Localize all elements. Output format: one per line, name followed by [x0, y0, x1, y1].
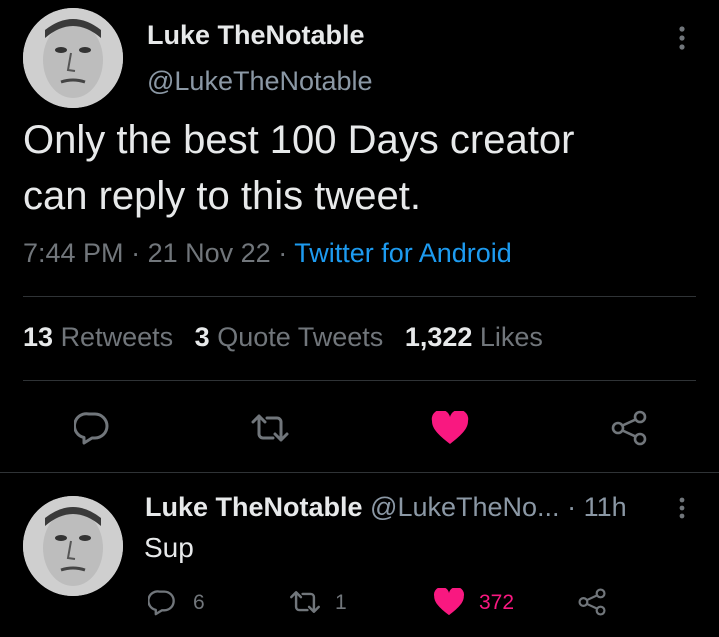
- divider: [23, 380, 696, 381]
- reply-text: Sup: [144, 532, 194, 563]
- meta-separator: ·: [131, 238, 141, 268]
- tweet-text-line: can reply to this tweet.: [23, 174, 421, 218]
- share-icon: [578, 588, 606, 616]
- author-name[interactable]: Luke TheNotable: [147, 20, 365, 51]
- retweet-button[interactable]: [247, 406, 293, 450]
- reply-header: Luke TheNotable @LukeTheNo... · 11h: [145, 492, 627, 523]
- reply-like-count: 372: [479, 591, 515, 614]
- tweet-text: Only the best 100 Days creator can reply…: [23, 112, 574, 224]
- reply-author-name[interactable]: Luke TheNotable: [145, 492, 363, 522]
- reply-icon: [74, 412, 109, 445]
- likes-count: 1,322: [404, 322, 473, 352]
- reply-reply-count: 6: [193, 591, 205, 614]
- meta-separator: ·: [567, 492, 577, 522]
- retweet-icon: [251, 414, 289, 442]
- quotes-label: Quote Tweets: [217, 322, 384, 352]
- divider: [23, 296, 696, 297]
- likes-label: Likes: [479, 322, 543, 352]
- reply-age[interactable]: 11h: [584, 492, 627, 522]
- reply-like-button[interactable]: [431, 586, 467, 618]
- heart-icon: [431, 411, 469, 444]
- meta-separator: ·: [278, 238, 288, 268]
- tweet-source-link[interactable]: Twitter for Android: [294, 238, 512, 268]
- retweet-icon: [290, 591, 320, 613]
- tweet-stats: 13 Retweets 3 Quote Tweets 1,322 Likes: [23, 322, 543, 353]
- heart-icon: [434, 588, 464, 616]
- reply-button[interactable]: [70, 406, 114, 450]
- likes-stat[interactable]: 1,322 Likes: [405, 322, 543, 352]
- tweet-time[interactable]: 7:44 PM: [23, 238, 124, 268]
- reply-more-options-icon[interactable]: [668, 494, 696, 522]
- tweet-meta: 7:44 PM · 21 Nov 22 · Twitter for Androi…: [23, 238, 512, 269]
- author-avatar[interactable]: [23, 8, 123, 108]
- reply-reply-button[interactable]: [146, 586, 178, 618]
- divider: [0, 472, 719, 473]
- retweets-label: Retweets: [60, 322, 174, 352]
- more-options-icon[interactable]: [668, 22, 696, 54]
- share-button[interactable]: [607, 406, 651, 450]
- reply-author-avatar[interactable]: [23, 496, 123, 596]
- reply-share-button[interactable]: [576, 586, 608, 618]
- share-icon: [611, 410, 647, 446]
- tweet-date[interactable]: 21 Nov 22: [148, 238, 271, 268]
- retweets-stat[interactable]: 13 Retweets: [23, 322, 173, 352]
- reply-author-handle[interactable]: @LukeTheNo...: [370, 492, 560, 522]
- like-button[interactable]: [428, 406, 472, 450]
- quotes-stat[interactable]: 3 Quote Tweets: [195, 322, 384, 352]
- retweets-count: 13: [23, 322, 54, 352]
- reply-icon: [148, 589, 175, 615]
- quotes-count: 3: [194, 322, 210, 352]
- reply-retweet-button[interactable]: [285, 586, 325, 618]
- reply-retweet-count: 1: [335, 591, 347, 614]
- author-handle[interactable]: @LukeTheNotable: [147, 66, 373, 97]
- tweet-text-line: Only the best 100 Days creator: [23, 118, 575, 162]
